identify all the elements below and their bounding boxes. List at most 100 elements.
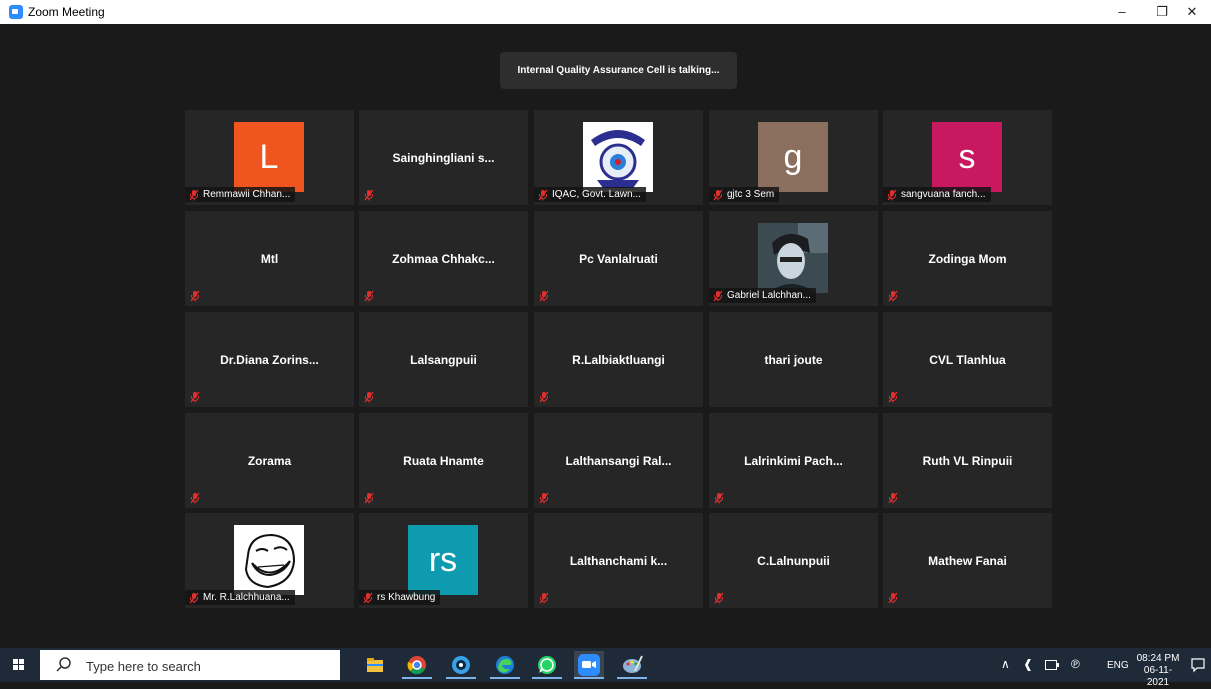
- participant-tile[interactable]: Pc Vanlalruati: [534, 211, 703, 306]
- zoom-app-icon: [9, 5, 23, 19]
- muted-mic-icon: [539, 290, 549, 302]
- participant-avatar: L: [234, 122, 304, 192]
- windows-logo-icon: [13, 659, 24, 670]
- participant-tile[interactable]: Lalthanchami k...: [534, 513, 703, 608]
- chrome-icon[interactable]: [402, 651, 432, 679]
- close-button[interactable]: ✕: [1172, 0, 1211, 24]
- muted-mic-icon: [888, 290, 898, 302]
- participant-label-text: Mr. R.Lalchhuana...: [203, 592, 290, 603]
- participant-tile[interactable]: rs rs Khawbung: [359, 513, 528, 608]
- participant-tile[interactable]: Zohmaa Chhakc...: [359, 211, 528, 306]
- muted-mic-icon: [888, 391, 898, 403]
- participant-name: Ruth VL Rinpuii: [922, 454, 1013, 468]
- participant-name: Lalsangpuii: [410, 353, 477, 367]
- clock-time: 08:24 PM: [1136, 653, 1180, 664]
- participant-label: Mr. R.Lalchhuana...: [185, 590, 295, 605]
- muted-mic-icon: [888, 492, 898, 504]
- participant-avatar: [583, 122, 653, 192]
- participant-avatar: [234, 525, 304, 595]
- muted-mic-icon: [190, 290, 200, 302]
- muted-mic-icon: [363, 592, 373, 604]
- clock-date: 06-11-2021: [1143, 665, 1173, 688]
- participant-avatar: s: [932, 122, 1002, 192]
- participant-tile[interactable]: Lalthansangi Ral...: [534, 413, 703, 508]
- participant-tile[interactable]: CVL Tlanhlua: [883, 312, 1052, 407]
- participant-label: rs Khawbung: [359, 590, 441, 605]
- participant-tile[interactable]: C.Lalnunpuii: [709, 513, 878, 608]
- media-player-icon[interactable]: [446, 651, 476, 679]
- muted-mic-icon: [364, 391, 374, 403]
- taskbar-search-box[interactable]: Type here to search: [40, 650, 340, 680]
- participant-name: Zohmaa Chhakc...: [392, 252, 495, 266]
- whatsapp-icon[interactable]: [532, 651, 562, 679]
- search-icon: [56, 657, 71, 672]
- participant-label-text: rs Khawbung: [377, 592, 436, 603]
- participant-tile[interactable]: IQAC, Govt. Lawn...: [534, 110, 703, 205]
- participant-label: gjtc 3 Sem: [709, 187, 780, 202]
- participant-tile[interactable]: Gabriel Lalchhan...: [709, 211, 878, 306]
- zoom-icon[interactable]: [574, 651, 604, 679]
- file-explorer-icon[interactable]: [360, 651, 390, 679]
- participant-name: Zorama: [247, 454, 292, 468]
- participant-tile[interactable]: Ruata Hnamte: [359, 413, 528, 508]
- edge-icon[interactable]: [490, 651, 520, 679]
- pen-icon[interactable]: ℗: [1071, 657, 1080, 671]
- minimize-button[interactable]: –: [1102, 0, 1142, 24]
- participant-label: Gabriel Lalchhan...: [709, 288, 816, 303]
- participant-name: CVL Tlanhlua: [929, 353, 1006, 367]
- participant-name: R.Lalbiaktluangi: [572, 353, 665, 367]
- language-indicator[interactable]: ENG: [1107, 660, 1129, 671]
- participant-tile[interactable]: Lalrinkimi Pach...: [709, 413, 878, 508]
- clock[interactable]: 08:24 PM 06-11-2021: [1133, 653, 1183, 689]
- participant-name: Mathew Fanai: [928, 554, 1007, 568]
- muted-mic-icon: [539, 492, 549, 504]
- participant-tile[interactable]: Sainghingliani s...: [359, 110, 528, 205]
- chevron-up-icon[interactable]: ∧: [1001, 657, 1010, 671]
- participant-label-text: Gabriel Lalchhan...: [727, 290, 811, 301]
- participant-name: Pc Vanlalruati: [579, 252, 658, 266]
- participant-name: C.Lalnunpuii: [757, 554, 830, 568]
- gallery-view: Internal Quality Assurance Cell is talki…: [9, 24, 1200, 642]
- muted-mic-icon: [364, 189, 374, 201]
- participant-avatar: [758, 223, 828, 293]
- muted-mic-icon: [189, 189, 199, 201]
- participant-label-text: sangvuana fanch...: [901, 189, 986, 200]
- participant-tile[interactable]: L Remmawii Chhan...: [185, 110, 354, 205]
- notifications-icon[interactable]: [1190, 657, 1206, 673]
- participant-avatar: rs: [408, 525, 478, 595]
- participant-name: Ruata Hnamte: [403, 454, 484, 468]
- participant-tile[interactable]: g gjtc 3 Sem: [709, 110, 878, 205]
- participant-tile[interactable]: Lalsangpuii: [359, 312, 528, 407]
- participant-tile[interactable]: thari joute: [709, 312, 878, 407]
- participant-tile[interactable]: Mtl: [185, 211, 354, 306]
- muted-mic-icon: [538, 189, 548, 201]
- muted-mic-icon: [189, 592, 199, 604]
- paint-icon[interactable]: [617, 651, 647, 679]
- search-placeholder: Type here to search: [86, 659, 201, 674]
- system-tray: ∧ ❰ ℗ ENG 08:24 PM 06-11-2021: [981, 648, 1211, 688]
- participant-tile[interactable]: Ruth VL Rinpuii: [883, 413, 1052, 508]
- participant-tile[interactable]: R.Lalbiaktluangi: [534, 312, 703, 407]
- windows-taskbar: Type here to search ∧ ❰ ℗ ENG 08:24 PM 0…: [0, 648, 1211, 688]
- muted-mic-icon: [364, 290, 374, 302]
- muted-mic-icon: [190, 391, 200, 403]
- participant-tile[interactable]: Mathew Fanai: [883, 513, 1052, 608]
- participant-name: Lalthanchami k...: [569, 554, 668, 568]
- participant-name: Lalrinkimi Pach...: [744, 454, 843, 468]
- participant-tile[interactable]: Dr.Diana Zorins...: [185, 312, 354, 407]
- muted-mic-icon: [714, 492, 724, 504]
- participant-name: Zodinga Mom: [928, 252, 1007, 266]
- active-speaker-banner: Internal Quality Assurance Cell is talki…: [500, 52, 737, 89]
- muted-mic-icon: [364, 492, 374, 504]
- participant-tile[interactable]: Zodinga Mom: [883, 211, 1052, 306]
- muted-mic-icon: [713, 290, 723, 302]
- wifi-icon[interactable]: ❰: [1023, 657, 1033, 671]
- participant-tile[interactable]: Mr. R.Lalchhuana...: [185, 513, 354, 608]
- muted-mic-icon: [887, 189, 897, 201]
- battery-icon[interactable]: [1045, 660, 1059, 670]
- start-button[interactable]: [0, 648, 38, 682]
- participant-name: thari joute: [764, 353, 823, 367]
- participant-name: Mtl: [260, 252, 279, 266]
- participant-tile[interactable]: Zorama: [185, 413, 354, 508]
- participant-tile[interactable]: s sangvuana fanch...: [883, 110, 1052, 205]
